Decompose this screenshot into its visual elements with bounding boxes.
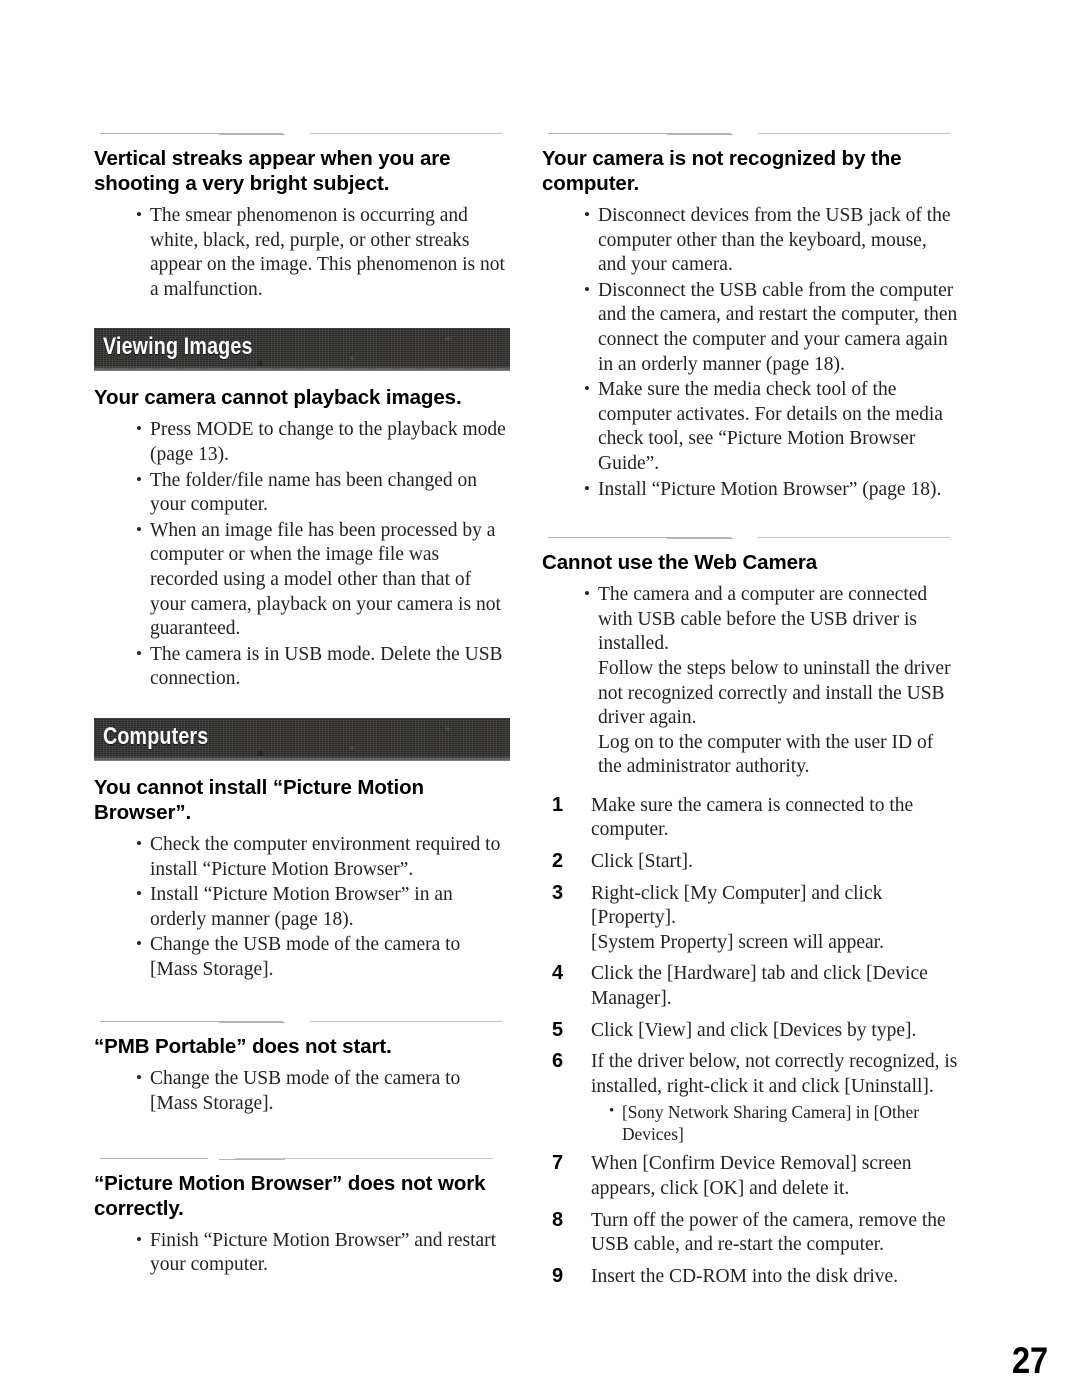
- list-item: The camera is in USB mode. Delete the US…: [136, 642, 510, 692]
- step-item: 8 Turn off the power of the camera, remo…: [542, 1209, 958, 1258]
- step-number: 3: [552, 881, 564, 904]
- list-item: Finish “Picture Motion Browser” and rest…: [136, 1228, 510, 1278]
- section-camera-not-recognized: Your camera is not recognized by the com…: [542, 128, 958, 502]
- step-text: When [Confirm Device Removal] screen app…: [591, 1153, 912, 1199]
- banner-computers: Computers: [94, 717, 510, 761]
- step-number: 4: [552, 962, 564, 985]
- section-pmb-portable: “PMB Portable” does not start. Change th…: [94, 1016, 510, 1116]
- step-number: 7: [552, 1152, 564, 1175]
- step-item: 1 Make sure the camera is connected to t…: [542, 794, 958, 843]
- heading-cannot-playback: Your camera cannot playback images.: [94, 386, 462, 410]
- step-item: 7 When [Confirm Device Removal] screen a…: [542, 1152, 958, 1201]
- heading-web-camera: Cannot use the Web Camera: [542, 551, 818, 575]
- list-item: Check the computer environment required …: [136, 832, 510, 882]
- banner-label: Computers: [103, 722, 209, 750]
- list-item: Install “Picture Motion Browser” in an o…: [136, 882, 510, 932]
- substep-list: [Sony Network Sharing Camera] in [Other …: [591, 1100, 958, 1145]
- step-number: 5: [552, 1018, 564, 1041]
- heading-cannot-install-pmb: You cannot install “Picture Motion Brows…: [94, 775, 424, 824]
- bullet-list-cannot-install-pmb: Check the computer environment required …: [94, 832, 510, 983]
- bullet-list-pmb-not-working: Finish “Picture Motion Browser” and rest…: [94, 1228, 510, 1278]
- step-extra-text: [System Property] screen will appear.: [591, 931, 884, 953]
- list-item: Disconnect the USB cable from the comput…: [584, 278, 958, 377]
- step-text: Insert the CD-ROM into the disk drive.: [591, 1265, 899, 1287]
- section-divider: [94, 128, 510, 140]
- step-text: Click [View] and click [Devices by type]…: [591, 1019, 917, 1041]
- step-number: 1: [552, 793, 564, 816]
- section-viewing-images: Your camera cannot playback images. Pres…: [94, 385, 510, 692]
- heading-vertical-streaks: Vertical streaks appear when you are sho…: [94, 147, 451, 195]
- step-item: 2 Click [Start].: [542, 850, 958, 875]
- bullet-list-vertical-streaks: The smear phenomenon is occurring and wh…: [94, 203, 510, 302]
- heading-pmb-portable: “PMB Portable” does not start.: [94, 1035, 392, 1059]
- section-pmb-not-working: “Picture Motion Browser” does not work c…: [94, 1153, 510, 1278]
- section-divider: [542, 532, 958, 544]
- list-item: Disconnect devices from the USB jack of …: [584, 203, 958, 278]
- list-item: Install “Picture Motion Browser” (page 1…: [584, 477, 958, 503]
- bullet-list-web-camera: The camera and a computer are connected …: [542, 582, 958, 780]
- banner-viewing-images: Viewing Images: [94, 328, 510, 372]
- list-item: Change the USB mode of the camera to [Ma…: [136, 932, 510, 982]
- banner-label: Viewing Images: [103, 333, 253, 361]
- section-divider: [94, 1153, 510, 1165]
- step-item: 3 Right-click [My Computer] and click [P…: [542, 882, 958, 956]
- substep-item: [Sony Network Sharing Camera] in [Other …: [609, 1100, 958, 1145]
- step-text: If the driver below, not correctly recog…: [591, 1051, 958, 1097]
- heading-camera-not-recognized: Your camera is not recognized by the com…: [542, 147, 902, 195]
- step-item: 6 If the driver below, not correctly rec…: [542, 1050, 958, 1145]
- section-web-camera: Cannot use the Web Camera The camera and…: [542, 532, 958, 780]
- bullet-list-viewing-images: Press MODE to change to the playback mod…: [94, 417, 510, 692]
- step-text: Turn off the power of the camera, remove…: [591, 1209, 946, 1256]
- step-item: 5 Click [View] and click [Devices by typ…: [542, 1019, 958, 1044]
- left-column: Vertical streaks appear when you are sho…: [94, 128, 510, 1298]
- step-text: Click the [Hardware] tab and click [Devi…: [591, 963, 928, 1010]
- list-item: Make sure the media check tool of the co…: [584, 377, 958, 476]
- list-item: Press MODE to change to the playback mod…: [136, 417, 510, 467]
- section-divider: [94, 1016, 510, 1028]
- section-divider: [542, 128, 958, 140]
- manual-page: Vertical streaks appear when you are sho…: [0, 0, 1080, 1397]
- bullet-list-camera-not-recognized: Disconnect devices from the USB jack of …: [542, 203, 958, 503]
- list-item: The smear phenomenon is occurring and wh…: [136, 203, 510, 302]
- list-item: When an image file has been processed by…: [136, 518, 510, 642]
- list-item: The camera and a computer are connected …: [584, 582, 958, 780]
- step-item: 4 Click the [Hardware] tab and click [De…: [542, 962, 958, 1011]
- section-cannot-install-pmb: You cannot install “Picture Motion Brows…: [94, 775, 510, 983]
- step-text: Click [Start].: [591, 851, 693, 873]
- step-number: 2: [552, 850, 564, 873]
- bullet-continuation-2: Log on to the computer with the user ID …: [598, 731, 934, 778]
- step-item: 9 Insert the CD-ROM into the disk drive.: [542, 1265, 958, 1290]
- step-list-web-camera: 1 Make sure the camera is connected to t…: [542, 794, 958, 1290]
- page-number: 27: [1011, 1340, 1048, 1381]
- step-text: Right-click [My Computer] and click [Pro…: [591, 882, 883, 929]
- list-item: The folder/file name has been changed on…: [136, 468, 510, 518]
- heading-pmb-not-working: “Picture Motion Browser” does not work c…: [94, 1171, 486, 1220]
- bullet-continuation-1: Follow the steps below to uninstall the …: [598, 657, 951, 729]
- step-text: Make sure the camera is connected to the…: [591, 794, 914, 841]
- step-number: 6: [552, 1050, 564, 1073]
- bullet-main-text: The camera and a computer are connected …: [598, 584, 928, 655]
- bullet-list-pmb-portable: Change the USB mode of the camera to [Ma…: [94, 1066, 510, 1116]
- step-number: 8: [552, 1208, 564, 1231]
- list-item: Change the USB mode of the camera to [Ma…: [136, 1066, 510, 1116]
- section-vertical-streaks: Vertical streaks appear when you are sho…: [94, 128, 510, 302]
- right-column: Your camera is not recognized by the com…: [542, 128, 958, 1296]
- step-number: 9: [552, 1264, 564, 1287]
